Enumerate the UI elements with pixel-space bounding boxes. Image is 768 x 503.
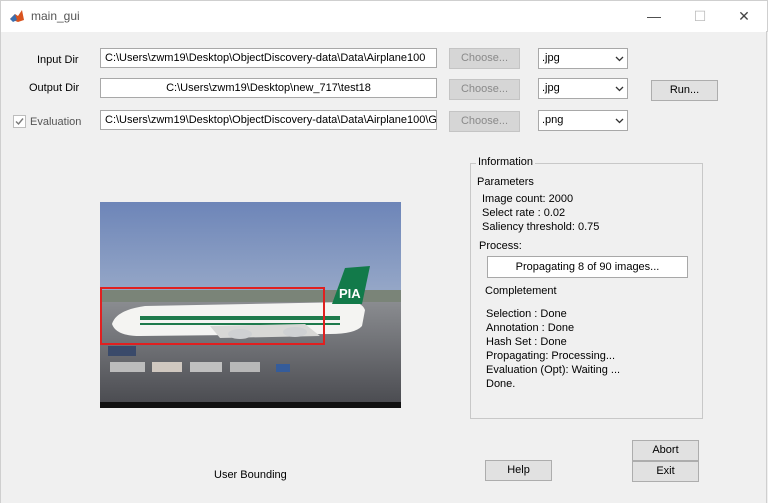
status-line: Done. [486, 378, 516, 390]
input-choose-button[interactable]: Choose... [449, 48, 520, 69]
input-dir-field[interactable]: C:\Users\zwm19\Desktop\ObjectDiscovery-d… [100, 48, 437, 68]
evaluation-label: Evaluation [30, 116, 82, 128]
process-heading: Process: [479, 240, 522, 252]
chevron-down-icon [615, 56, 624, 62]
output-dir-label: Output Dir [29, 82, 80, 94]
title-bar: main_gui — ☐ ✕ [0, 0, 768, 32]
checkmark-icon [15, 118, 24, 126]
parameters-heading: Parameters [477, 176, 534, 188]
image-count-text: Image count: 2000 [482, 193, 574, 205]
output-format-value: .jpg [542, 82, 560, 94]
help-button[interactable]: Help [485, 460, 552, 481]
evaluation-format-value: .png [542, 114, 564, 126]
output-dir-field[interactable]: C:\Users\zwm19\Desktop\new_717\test18 [100, 78, 437, 98]
tail-logo-text: PIA [339, 286, 361, 301]
evaluation-dir-field[interactable]: C:\Users\zwm19\Desktop\ObjectDiscovery-d… [100, 110, 437, 130]
airplane-photo: PIA [100, 202, 401, 408]
run-button[interactable]: Run... [651, 80, 718, 101]
maximize-button[interactable]: ☐ [677, 1, 723, 32]
select-rate-text: Select rate : 0.02 [482, 207, 566, 219]
status-line: Evaluation (Opt): Waiting ... [486, 364, 621, 376]
evaluation-choose-button[interactable]: Choose... [449, 111, 520, 132]
window-title: main_gui [31, 9, 80, 23]
status-line: Hash Set : Done [486, 336, 567, 348]
close-button[interactable]: ✕ [721, 1, 767, 32]
output-format-select[interactable]: .jpg [538, 78, 628, 99]
information-legend: Information [476, 156, 536, 168]
evaluation-format-select[interactable]: .png [538, 110, 628, 131]
user-bounding-caption: User Bounding [214, 469, 287, 481]
chevron-down-icon [615, 118, 624, 124]
status-line: Propagating: Processing... [486, 350, 616, 362]
status-line: Selection : Done [486, 308, 567, 320]
input-format-select[interactable]: .jpg [538, 48, 628, 69]
abort-button[interactable]: Abort [632, 440, 699, 461]
output-choose-button[interactable]: Choose... [449, 79, 520, 100]
input-dir-label: Input Dir [37, 54, 79, 66]
matlab-icon [10, 10, 24, 22]
airplane-image: PIA [100, 202, 401, 408]
minimize-button[interactable]: — [631, 1, 677, 32]
input-format-value: .jpg [542, 52, 560, 64]
saliency-threshold-text: Saliency threshold: 0.75 [482, 221, 600, 233]
progress-display: Propagating 8 of 90 images... [487, 256, 688, 278]
chevron-down-icon [615, 86, 624, 92]
evaluation-checkbox[interactable] [13, 115, 26, 128]
status-line: Annotation : Done [486, 322, 575, 334]
completement-heading: Completement [485, 285, 557, 297]
exit-button[interactable]: Exit [632, 461, 699, 482]
